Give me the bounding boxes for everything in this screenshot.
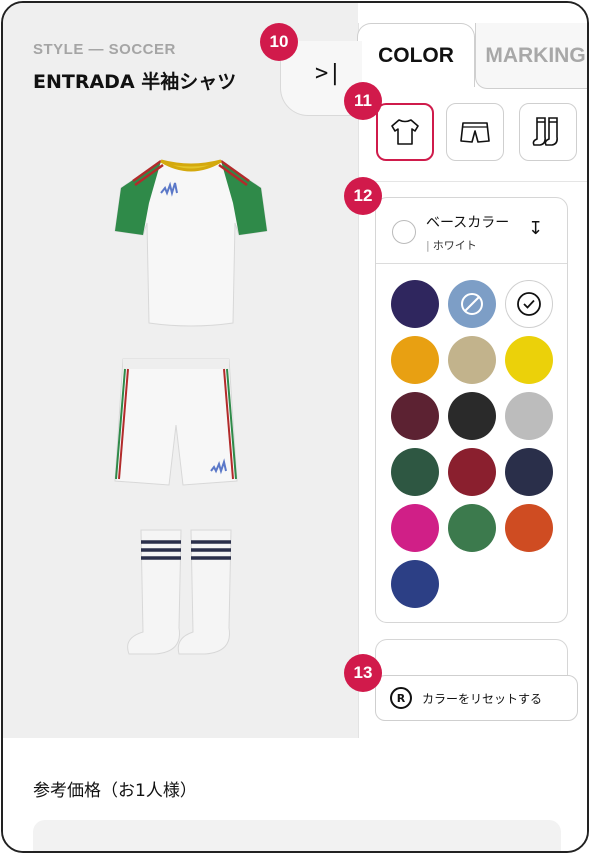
current-color-swatch <box>392 220 416 244</box>
color-swatch[interactable] <box>505 336 553 384</box>
next-color-card <box>375 639 568 679</box>
collapse-arrow-icon[interactable]: ↧ <box>528 218 543 239</box>
color-swatch[interactable] <box>391 504 439 552</box>
shirt-icon <box>391 119 419 145</box>
customizer-panel: COLOR MARKING ベースカラー | ホワイト ↧ R カラーをリセット… <box>357 23 589 738</box>
callout-badge: 13 <box>344 654 382 692</box>
color-swatch[interactable] <box>505 504 553 552</box>
callout-badge: 12 <box>344 177 382 215</box>
shorts-icon <box>460 122 490 143</box>
color-swatch[interactable] <box>505 392 553 440</box>
color-swatch[interactable] <box>448 448 496 496</box>
shorts-preview-image <box>114 358 238 486</box>
base-color-header[interactable]: ベースカラー | ホワイト ↧ <box>376 198 567 264</box>
garment-button-shirt[interactable] <box>376 103 434 161</box>
color-swatch[interactable] <box>391 448 439 496</box>
unavailable-icon <box>461 293 483 315</box>
color-swatch[interactable] <box>391 392 439 440</box>
color-swatch[interactable] <box>505 448 553 496</box>
color-swatch-unavailable[interactable] <box>448 280 496 328</box>
reset-color-button[interactable]: R カラーをリセットする <box>375 675 578 721</box>
callout-badge: 11 <box>344 82 382 120</box>
reset-icon: R <box>390 687 412 709</box>
callout-badge: 10 <box>260 23 298 61</box>
color-swatch[interactable] <box>391 336 439 384</box>
price-label: 参考価格（お1人様） <box>33 781 197 801</box>
check-icon <box>517 292 541 316</box>
color-swatch[interactable] <box>448 504 496 552</box>
base-color-value: | ホワイト <box>426 239 477 252</box>
color-swatch[interactable] <box>391 560 439 608</box>
panel-divider <box>359 181 587 182</box>
garment-button-shorts[interactable] <box>446 103 504 161</box>
app-frame: STYLE — SOCCER ENTRADA 半袖シャツ COLOR MARKI… <box>1 1 589 853</box>
price-box <box>33 820 561 851</box>
style-label: STYLE — SOCCER <box>33 41 176 58</box>
product-title: ENTRADA 半袖シャツ <box>33 71 237 93</box>
top-strip <box>358 3 587 23</box>
socks-icon <box>532 117 558 146</box>
color-swatch-selected[interactable] <box>505 280 553 328</box>
price-section: 参考価格（お1人様） <box>3 738 587 851</box>
base-color-label: ベースカラー <box>426 215 510 231</box>
garment-button-socks[interactable] <box>519 103 577 161</box>
color-swatch[interactable] <box>448 336 496 384</box>
reset-label: カラーをリセットする <box>422 691 543 706</box>
socks-preview-image <box>127 529 232 655</box>
base-color-card: ベースカラー | ホワイト ↧ <box>375 197 568 623</box>
collapse-icon: >| <box>315 61 342 86</box>
shirt-preview-image <box>114 159 268 327</box>
tab-marking[interactable]: MARKING <box>475 23 587 89</box>
color-swatch[interactable] <box>448 392 496 440</box>
tab-color[interactable]: COLOR <box>357 23 475 87</box>
color-swatch[interactable] <box>391 280 439 328</box>
panel-scrollbar[interactable] <box>587 183 589 468</box>
